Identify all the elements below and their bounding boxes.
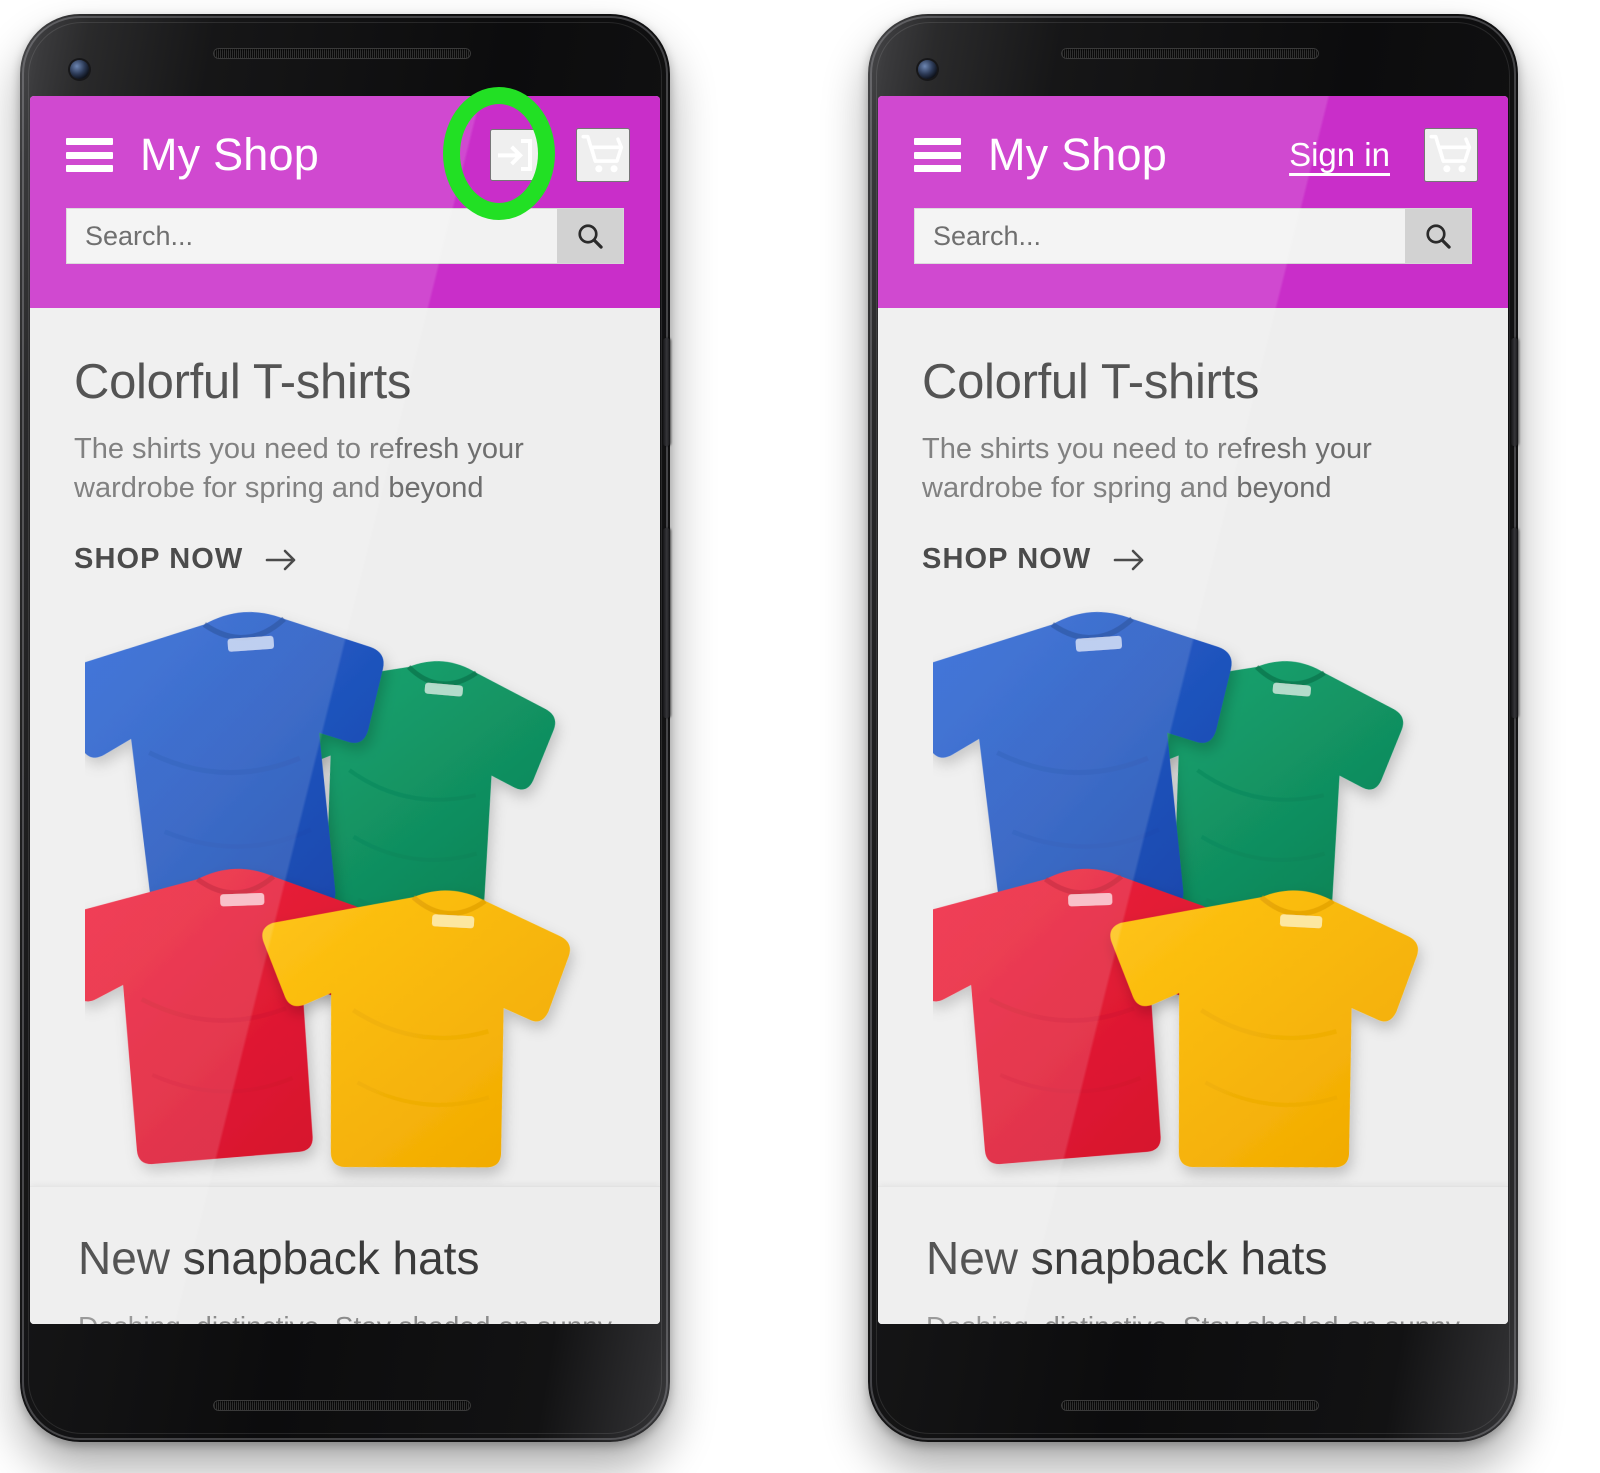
tshirts-illustration <box>85 612 570 1168</box>
earpiece-speaker-icon <box>213 48 471 59</box>
bottom-speaker-icon <box>213 1400 471 1411</box>
second-card-subtitle: Dashing, distinctive. Stay shaded on sun… <box>926 1311 1508 1324</box>
hero-title: Colorful T-shirts <box>74 355 412 409</box>
sign-in-icon-button[interactable] <box>490 129 542 181</box>
hero-image <box>30 586 660 1186</box>
tshirts-illustration <box>933 612 1418 1168</box>
app-title: My Shop <box>988 129 1167 180</box>
shopping-cart-icon <box>581 134 624 173</box>
page-content: Colorful T-shirts The shirts you need to… <box>878 308 1508 1324</box>
hero-title: Colorful T-shirts <box>922 355 1260 409</box>
second-card-title: New snapback hats <box>926 1232 1328 1285</box>
shop-now-label: SHOP NOW <box>922 543 1092 576</box>
search-icon <box>578 224 603 249</box>
search-submit-button[interactable] <box>1405 209 1471 263</box>
power-button[interactable] <box>663 338 670 446</box>
app-bar: My Shop Sign in <box>878 96 1508 308</box>
second-card-subtitle: Dashing, distinctive. Stay shaded on sun… <box>78 1311 660 1324</box>
sign-in-text-link[interactable]: Sign in <box>1289 136 1390 174</box>
volume-button[interactable] <box>1511 528 1518 718</box>
search-icon <box>1426 224 1451 249</box>
hero-subtitle: The shirts you need to refresh your ward… <box>922 433 1372 504</box>
page-content: Colorful T-shirts The shirts you need to… <box>30 308 660 1324</box>
cart-button[interactable] <box>1424 128 1478 182</box>
search-bar[interactable] <box>66 208 624 264</box>
second-card-title: New snapback hats <box>78 1232 480 1285</box>
search-submit-button[interactable] <box>557 209 623 263</box>
phone-screen-left: My Shop Search... Colorful T-shirts The … <box>30 96 660 1324</box>
power-button[interactable] <box>1511 338 1518 446</box>
app-title: My Shop <box>140 129 319 180</box>
hero-subtitle: The shirts you need to refresh your ward… <box>74 433 524 504</box>
search-bar[interactable] <box>914 208 1472 264</box>
phone-screen-right: My Shop Sign in Search... Colorful T-shi… <box>878 96 1508 1324</box>
earpiece-speaker-icon <box>1061 48 1319 59</box>
hamburger-menu-icon[interactable] <box>914 138 961 172</box>
comparison-stage: My Shop Search... Colorful T-shirts The … <box>0 0 1600 1473</box>
shopping-cart-icon <box>1429 134 1472 173</box>
search-row <box>30 208 660 264</box>
app-bar: My Shop <box>30 96 660 308</box>
login-icon <box>498 139 532 171</box>
volume-button[interactable] <box>663 528 670 718</box>
shop-now-label: SHOP NOW <box>74 543 244 576</box>
shop-now-button[interactable]: SHOP NOW <box>74 543 299 576</box>
front-camera-icon <box>918 60 937 79</box>
shop-now-button[interactable]: SHOP NOW <box>922 543 1147 576</box>
front-camera-icon <box>70 60 89 79</box>
arrow-right-icon <box>1114 549 1144 570</box>
hero-image <box>878 586 1508 1186</box>
search-input[interactable] <box>67 209 557 263</box>
cart-button[interactable] <box>576 128 630 182</box>
second-card[interactable]: New snapback hats Dashing, distinctive. … <box>30 1186 660 1324</box>
bottom-speaker-icon <box>1061 1400 1319 1411</box>
search-input[interactable] <box>915 209 1405 263</box>
second-card[interactable]: New snapback hats Dashing, distinctive. … <box>878 1186 1508 1324</box>
phone-mockup-right: My Shop Sign in Search... Colorful T-shi… <box>840 8 1540 1463</box>
hamburger-menu-icon[interactable] <box>66 138 113 172</box>
phone-mockup-left: My Shop Search... Colorful T-shirts The … <box>0 8 692 1463</box>
arrow-right-icon <box>266 549 296 570</box>
search-row <box>878 208 1508 264</box>
